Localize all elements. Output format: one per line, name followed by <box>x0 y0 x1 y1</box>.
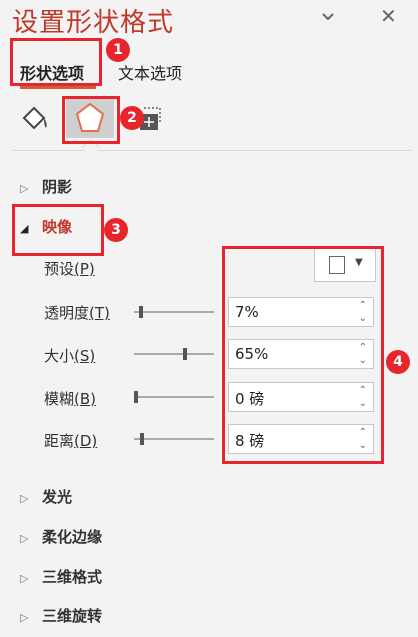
section-3d-rotation[interactable]: ▷ 三维旋转 <box>20 605 102 626</box>
section-shadow[interactable]: ▷ 阴影 <box>20 176 72 197</box>
annotation-box-3 <box>12 204 104 256</box>
preset-label: 预设(P) <box>44 260 95 278</box>
expand-icon: ▷ <box>20 572 29 585</box>
section-glow[interactable]: ▷ 发光 <box>20 486 72 507</box>
annotation-box-1 <box>10 38 102 86</box>
section-label: 阴影 <box>42 178 73 196</box>
active-tab-indicator <box>20 86 96 89</box>
fill-line-icon[interactable] <box>18 104 52 138</box>
close-icon[interactable]: ✕ <box>380 4 397 28</box>
blur-label: 模糊(B) <box>44 390 97 408</box>
divider <box>12 150 412 151</box>
annotation-box-2 <box>62 96 120 144</box>
slider-thumb[interactable] <box>134 391 138 403</box>
section-3d-format[interactable]: ▷ 三维格式 <box>20 566 102 587</box>
annotation-badge-1: 1 <box>106 38 130 62</box>
expand-icon: ▷ <box>20 182 29 195</box>
blur-slider[interactable] <box>134 391 214 403</box>
pane-title: 设置形状格式 <box>12 8 175 38</box>
section-label: 三维格式 <box>42 568 103 586</box>
section-soft-edges[interactable]: ▷ 柔化边缘 <box>20 526 102 547</box>
section-label: 柔化边缘 <box>42 528 103 546</box>
slider-thumb[interactable] <box>139 306 144 318</box>
size-label: 大小(S) <box>44 347 96 365</box>
section-label: 发光 <box>42 488 73 506</box>
annotation-box-4 <box>222 246 384 464</box>
tab-text-options[interactable]: 文本选项 <box>118 60 182 84</box>
annotation-badge-4: 4 <box>386 350 410 374</box>
distance-label: 距离(D) <box>44 432 98 450</box>
distance-slider[interactable] <box>134 433 214 445</box>
slider-thumb[interactable] <box>183 348 188 360</box>
transparency-slider[interactable] <box>134 306 214 318</box>
section-label: 三维旋转 <box>42 607 103 625</box>
expand-icon: ▷ <box>20 532 29 545</box>
annotation-badge-2: 2 <box>120 106 144 130</box>
size-slider[interactable] <box>134 348 214 360</box>
chevron-down-icon[interactable] <box>320 8 336 29</box>
transparency-label: 透明度(T) <box>44 304 110 322</box>
slider-thumb[interactable] <box>140 433 145 445</box>
expand-icon: ▷ <box>20 611 29 624</box>
annotation-badge-3: 3 <box>104 218 128 242</box>
expand-icon: ▷ <box>20 492 29 505</box>
